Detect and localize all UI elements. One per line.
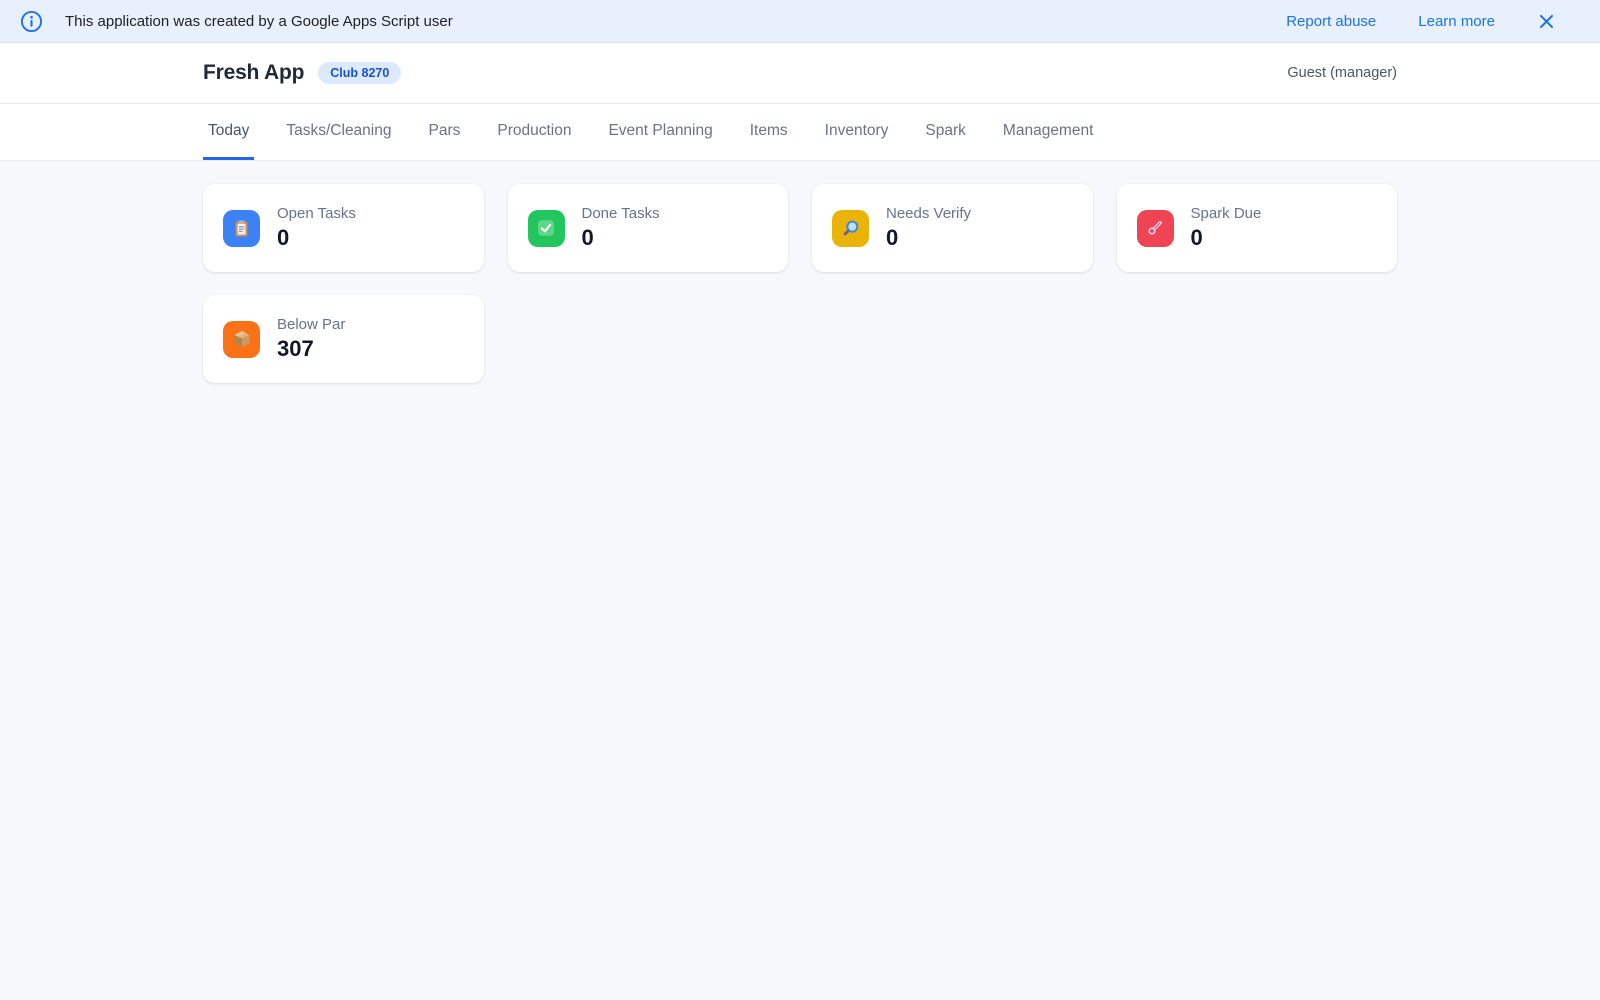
learn-more-link[interactable]: Learn more <box>1418 13 1495 30</box>
tab-bar: Today Tasks/Cleaning Pars Production Eve… <box>0 104 1600 161</box>
package-icon <box>223 321 260 358</box>
report-abuse-link[interactable]: Report abuse <box>1286 13 1376 30</box>
tab-event-planning[interactable]: Event Planning <box>603 104 717 160</box>
clipboard-icon <box>223 210 260 247</box>
tab-pars[interactable]: Pars <box>423 104 465 160</box>
card-value: 0 <box>277 225 356 251</box>
apps-script-banner: This application was created by a Google… <box>0 0 1600 43</box>
stat-card-open-tasks: Open Tasks 0 <box>203 184 484 272</box>
tab-production[interactable]: Production <box>492 104 576 160</box>
tab-management[interactable]: Management <box>998 104 1098 160</box>
tab-tasks-cleaning[interactable]: Tasks/Cleaning <box>281 104 396 160</box>
stat-card-spark-due: Spark Due 0 <box>1117 184 1398 272</box>
stat-card-done-tasks: Done Tasks 0 <box>508 184 789 272</box>
stat-card-below-par: Below Par 307 <box>203 295 484 383</box>
card-value: 307 <box>277 336 345 362</box>
card-label: Below Par <box>277 316 345 333</box>
tab-today[interactable]: Today <box>203 104 254 160</box>
magnifier-icon <box>832 210 869 247</box>
page-title: Fresh App <box>203 61 304 85</box>
card-label: Needs Verify <box>886 205 971 222</box>
close-icon[interactable] <box>1537 12 1556 31</box>
banner-text: This application was created by a Google… <box>65 13 453 30</box>
tab-inventory[interactable]: Inventory <box>820 104 894 160</box>
today-panel: Open Tasks 0 Done Tasks 0 <box>0 161 1600 443</box>
app-header: Fresh App Club 8270 Guest (manager) <box>0 43 1600 104</box>
user-role-label: Guest (manager) <box>1287 65 1397 81</box>
info-icon <box>20 10 43 33</box>
thermometer-icon <box>1137 210 1174 247</box>
check-icon <box>528 210 565 247</box>
tab-items[interactable]: Items <box>745 104 793 160</box>
stat-card-needs-verify: Needs Verify 0 <box>812 184 1093 272</box>
card-value: 0 <box>1191 225 1262 251</box>
card-label: Spark Due <box>1191 205 1262 222</box>
card-value: 0 <box>886 225 971 251</box>
tab-spark[interactable]: Spark <box>920 104 971 160</box>
club-badge: Club 8270 <box>318 62 401 85</box>
card-label: Done Tasks <box>582 205 660 222</box>
card-value: 0 <box>582 225 660 251</box>
card-label: Open Tasks <box>277 205 356 222</box>
